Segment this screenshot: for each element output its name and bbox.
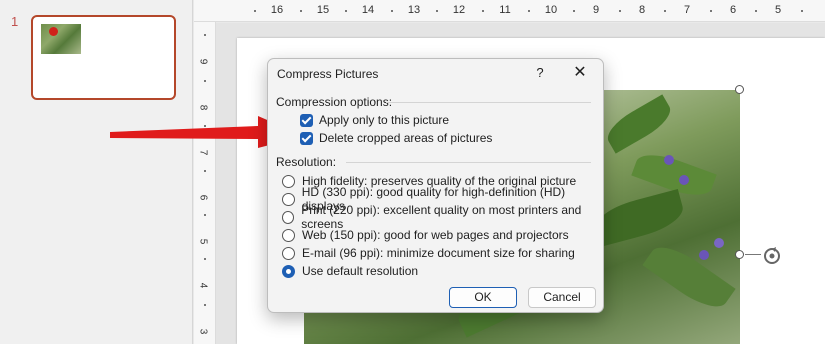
rotate-handle-icon[interactable] — [760, 244, 784, 268]
ruler-dot — [573, 10, 575, 12]
resize-handle[interactable] — [735, 85, 744, 94]
radio-icon[interactable] — [282, 210, 295, 224]
ruler-dot — [755, 10, 757, 12]
ruler-tick-label: 9 — [592, 4, 600, 16]
ruler-tick-label: 4 — [197, 282, 209, 289]
group-divider — [346, 162, 591, 163]
ruler-dot — [204, 258, 206, 260]
checkbox-label: Delete cropped areas of pictures — [319, 131, 493, 145]
delete-cropped-checkbox[interactable]: Delete cropped areas of pictures — [300, 130, 492, 146]
ruler-dot — [436, 10, 438, 12]
picture-leaf — [601, 94, 677, 154]
ruler-dot — [204, 214, 206, 216]
checkbox-checked-icon[interactable] — [300, 113, 313, 127]
radio-selected-icon[interactable] — [282, 264, 295, 278]
radio-icon[interactable] — [282, 174, 295, 188]
resolution-label: Resolution: — [276, 155, 337, 169]
ruler-tick-label: 5 — [197, 238, 209, 245]
radio-web[interactable]: Web (150 ppi): good for web pages and pr… — [282, 227, 569, 243]
ruler-tick-label: 3 — [197, 328, 209, 335]
picture-flower — [699, 250, 709, 260]
ruler-tick-label: 6 — [729, 4, 737, 16]
ruler-dot — [391, 10, 393, 12]
radio-icon[interactable] — [282, 246, 295, 260]
checkbox-label: Apply only to this picture — [319, 113, 450, 127]
cancel-button[interactable]: Cancel — [528, 287, 596, 308]
ruler-dot — [801, 10, 803, 12]
ruler-dot — [619, 10, 621, 12]
horizontal-ruler[interactable]: 16 15 14 13 12 11 10 9 8 7 6 5 — [194, 0, 825, 22]
ruler-dot — [482, 10, 484, 12]
ruler-tick-label: 13 — [407, 4, 421, 16]
radio-print[interactable]: Print (220 ppi): excellent quality on mo… — [282, 203, 603, 231]
vertical-ruler[interactable]: 9 8 7 6 5 4 3 — [194, 22, 216, 344]
picture-leaf — [590, 188, 688, 248]
radio-icon[interactable] — [282, 228, 295, 242]
radio-email[interactable]: E-mail (96 ppi): minimize document size … — [282, 245, 575, 261]
radio-default-resolution[interactable]: Use default resolution — [282, 263, 418, 279]
ruler-tick-label: 9 — [197, 58, 209, 65]
ruler-dot — [300, 10, 302, 12]
checkbox-checked-icon[interactable] — [300, 131, 313, 145]
ruler-dot — [254, 10, 256, 12]
picture-flower — [664, 155, 674, 165]
ok-button[interactable]: OK — [449, 287, 517, 308]
ruler-dot — [204, 80, 206, 82]
ruler-tick-label: 8 — [197, 104, 209, 111]
ruler-dot — [664, 10, 666, 12]
ruler-tick-label: 10 — [544, 4, 558, 16]
radio-label: Use default resolution — [302, 264, 419, 278]
ruler-dot — [204, 170, 206, 172]
ruler-tick-label: 11 — [499, 4, 511, 16]
close-button[interactable]: ✕ — [569, 63, 591, 83]
thumbnail-picture — [41, 24, 81, 54]
ruler-tick-label: 6 — [197, 194, 209, 201]
group-divider — [386, 102, 591, 103]
ruler-tick-label: 5 — [774, 4, 782, 16]
picture-flower — [714, 238, 724, 248]
dialog-title: Compress Pictures — [277, 67, 379, 81]
ruler-dot — [204, 34, 206, 36]
compression-options-label: Compression options: — [276, 95, 393, 109]
apply-only-checkbox[interactable]: Apply only to this picture — [300, 112, 449, 128]
ruler-dot — [345, 10, 347, 12]
ruler-tick-label: 7 — [683, 4, 691, 16]
ruler-dot — [710, 10, 712, 12]
ruler-dot — [204, 304, 206, 306]
compress-pictures-dialog: Compress Pictures ? ✕ Compression option… — [267, 58, 604, 313]
slide-number: 1 — [11, 14, 19, 29]
ruler-tick-label: 16 — [270, 4, 284, 16]
slide-thumbnail[interactable] — [31, 15, 176, 100]
thumbnail-flower — [49, 27, 58, 36]
picture-leaf — [642, 237, 736, 317]
resize-handle[interactable] — [735, 250, 744, 259]
ruler-tick-label: 14 — [361, 4, 375, 16]
radio-label: E-mail (96 ppi): minimize document size … — [302, 246, 575, 260]
slide-thumbnail-pane: 1 — [0, 0, 193, 344]
ruler-tick-label: 8 — [638, 4, 646, 16]
ruler-tick-label: 15 — [316, 4, 330, 16]
rotate-connector — [745, 254, 761, 255]
ruler-tick-label: 12 — [452, 4, 466, 16]
picture-flower — [679, 175, 689, 185]
radio-icon[interactable] — [282, 192, 295, 206]
radio-label: Web (150 ppi): good for web pages and pr… — [302, 228, 569, 242]
ruler-dot — [528, 10, 530, 12]
help-button[interactable]: ? — [530, 63, 550, 83]
